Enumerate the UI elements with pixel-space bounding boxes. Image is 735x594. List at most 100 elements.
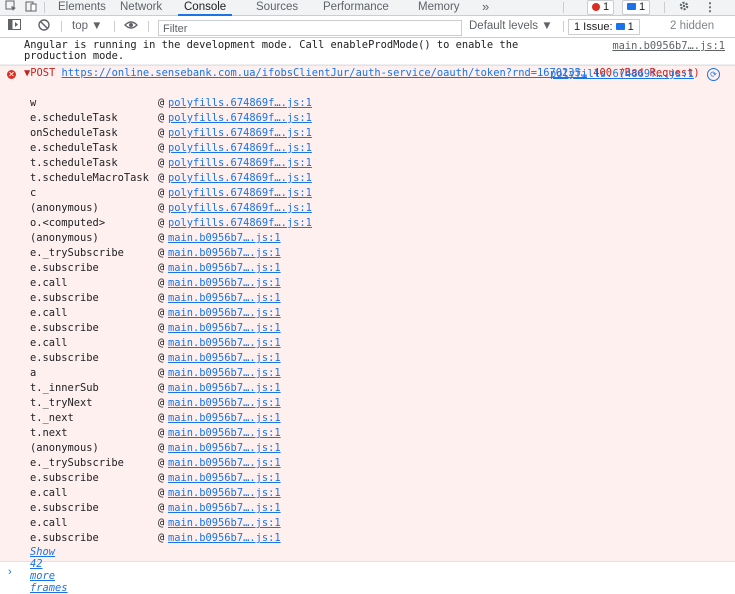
stack-frame-source-link[interactable]: main.b0956b7….js:1 bbox=[168, 456, 281, 471]
stack-frame-at: @ bbox=[158, 397, 165, 409]
issues-button[interactable]: 1 Issue: 1 bbox=[568, 19, 640, 35]
stack-frame-source-link[interactable]: polyfills.674869f….js:1 bbox=[168, 186, 312, 201]
message-count-badge[interactable]: 1 bbox=[622, 0, 651, 15]
stack-frame-source-link[interactable]: main.b0956b7….js:1 bbox=[168, 306, 281, 321]
stack-frame-at: @ bbox=[158, 112, 165, 124]
stack-frame-function: t.scheduleTask bbox=[30, 157, 118, 169]
stack-frame-source-link[interactable]: main.b0956b7….js:1 bbox=[168, 471, 281, 486]
filter-input[interactable] bbox=[159, 22, 453, 36]
stack-frame-at: @ bbox=[158, 142, 165, 154]
stack-frame-function: e.scheduleTask bbox=[30, 142, 118, 154]
stack-frame-at: @ bbox=[158, 412, 165, 424]
eye-icon[interactable] bbox=[124, 16, 138, 37]
devtools-tabbar: Elements Network Console Sources Perform… bbox=[0, 0, 735, 16]
stack-frame-at: @ bbox=[158, 442, 165, 454]
stack-frame-at: @ bbox=[158, 472, 165, 484]
stack-frame-function: e.subscribe bbox=[30, 472, 99, 484]
stack-frame-at: @ bbox=[158, 322, 165, 334]
stack-frame-function: onScheduleTask bbox=[30, 127, 118, 139]
stack-frame-function: (anonymous) bbox=[30, 232, 99, 244]
sidebar-toggle-icon[interactable] bbox=[8, 16, 21, 37]
tab-sources[interactable]: Sources bbox=[256, 0, 298, 15]
stack-frame-at: @ bbox=[158, 517, 165, 529]
stack-frame-at: @ bbox=[158, 247, 165, 259]
tab-performance[interactable]: Performance bbox=[323, 0, 389, 15]
stack-frame-at: @ bbox=[158, 307, 165, 319]
stack-frame-at: @ bbox=[158, 187, 165, 199]
message-icon bbox=[627, 3, 636, 10]
console-toolbar: top ▼ Default levels ▼ 1 Issue: 1 2 hidd… bbox=[0, 16, 735, 38]
device-toolbar-icon[interactable] bbox=[22, 0, 40, 15]
stack-frame-at: @ bbox=[158, 172, 165, 184]
console-prompt[interactable]: › bbox=[8, 566, 12, 578]
stack-frame-source-link[interactable]: main.b0956b7….js:1 bbox=[168, 411, 281, 426]
stack-frame-source-link[interactable]: main.b0956b7….js:1 bbox=[168, 231, 281, 246]
show-more-frames-link[interactable]: Show 42 more frames bbox=[30, 546, 68, 594]
stack-frame-function: t._next bbox=[30, 412, 74, 424]
info-message-source[interactable]: main.b0956b7….js:1 bbox=[612, 40, 725, 52]
stack-frame-source-link[interactable]: main.b0956b7….js:1 bbox=[168, 291, 281, 306]
stack-frame-at: @ bbox=[158, 457, 165, 469]
filter-field[interactable] bbox=[158, 20, 462, 36]
stack-frame-source-link[interactable]: main.b0956b7….js:1 bbox=[168, 381, 281, 396]
stack-frame-function: e.subscribe bbox=[30, 352, 99, 364]
stack-frame-source-link[interactable]: polyfills.674869f….js:1 bbox=[168, 156, 312, 171]
request-method[interactable]: ▼POST bbox=[24, 67, 55, 79]
tab-network[interactable]: Network bbox=[120, 0, 162, 15]
stack-frame-at: @ bbox=[158, 502, 165, 514]
stack-frame-function: e.scheduleTask bbox=[30, 112, 118, 124]
stack-frame-source-link[interactable]: main.b0956b7….js:1 bbox=[168, 336, 281, 351]
log-levels-dropdown[interactable]: Default levels ▼ bbox=[469, 16, 553, 37]
stack-frame-source-link[interactable]: polyfills.674869f….js:1 bbox=[168, 141, 312, 156]
stack-frame-function: (anonymous) bbox=[30, 202, 99, 214]
stack-frame-function: e.call bbox=[30, 517, 68, 529]
stack-frame-source-link[interactable]: polyfills.674869f….js:1 bbox=[168, 111, 312, 126]
stack-frame-source-link[interactable]: main.b0956b7….js:1 bbox=[168, 516, 281, 531]
stack-frame-source-link[interactable]: main.b0956b7….js:1 bbox=[168, 276, 281, 291]
stack-frame-source-link[interactable]: main.b0956b7….js:1 bbox=[168, 321, 281, 336]
stack-frame-at: @ bbox=[158, 232, 165, 244]
stack-frame-source-link[interactable]: main.b0956b7….js:1 bbox=[168, 396, 281, 411]
stack-frame-source-link[interactable]: main.b0956b7….js:1 bbox=[168, 246, 281, 261]
stack-frame-function: e.subscribe bbox=[30, 292, 99, 304]
stack-frame-source-link[interactable]: polyfills.674869f….js:1 bbox=[168, 96, 312, 111]
tab-console[interactable]: Console bbox=[177, 0, 233, 16]
error-count: 1 bbox=[603, 1, 610, 13]
stack-frame-function: e.call bbox=[30, 337, 68, 349]
stack-frame-source-link[interactable]: main.b0956b7….js:1 bbox=[168, 261, 281, 276]
stack-frame-function: t._innerSub bbox=[30, 382, 99, 394]
stack-frame-source-link[interactable]: main.b0956b7….js:1 bbox=[168, 426, 281, 441]
stack-frame-source-link[interactable]: polyfills.674869f….js:1 bbox=[168, 216, 312, 231]
tab-elements[interactable]: Elements bbox=[58, 0, 106, 15]
stack-frame-source-link[interactable]: main.b0956b7….js:1 bbox=[168, 351, 281, 366]
hidden-count: 2 hidden bbox=[670, 20, 715, 32]
stack-frame-at: @ bbox=[158, 427, 165, 439]
info-message-text: Angular is running in the development mo… bbox=[24, 39, 519, 62]
network-request-icon[interactable]: ⟳ bbox=[707, 68, 720, 81]
cursor-select-icon[interactable] bbox=[2, 0, 20, 15]
gear-icon[interactable] bbox=[675, 0, 693, 15]
stack-frame-source-link[interactable]: main.b0956b7….js:1 bbox=[168, 531, 281, 546]
stack-frame-function: t._tryNext bbox=[30, 397, 93, 409]
more-options-icon[interactable]: ⋮ bbox=[701, 0, 719, 15]
stack-frame-source-link[interactable]: main.b0956b7….js:1 bbox=[168, 441, 281, 456]
tab-memory[interactable]: Memory bbox=[418, 0, 460, 15]
stack-frame-at: @ bbox=[158, 487, 165, 499]
more-tabs-button[interactable]: » bbox=[482, 0, 489, 15]
stack-frame-function: e.subscribe bbox=[30, 532, 99, 544]
clear-console-icon[interactable] bbox=[38, 16, 50, 37]
request-url[interactable]: https://online.sensebank.com.ua/ifobsCli… bbox=[62, 67, 587, 79]
stack-frame-source-link[interactable]: main.b0956b7….js:1 bbox=[168, 366, 281, 381]
error-source[interactable]: polyfills.674869f….js:1 bbox=[550, 68, 694, 80]
stack-frame-at: @ bbox=[158, 262, 165, 274]
stack-frame-source-link[interactable]: polyfills.674869f….js:1 bbox=[168, 201, 312, 216]
stack-frame-source-link[interactable]: polyfills.674869f….js:1 bbox=[168, 171, 312, 186]
stack-frame-at: @ bbox=[158, 157, 165, 169]
stack-frame-at: @ bbox=[158, 367, 165, 379]
stack-frame-source-link[interactable]: main.b0956b7….js:1 bbox=[168, 486, 281, 501]
stack-frame-source-link[interactable]: main.b0956b7….js:1 bbox=[168, 501, 281, 516]
context-selector[interactable]: top ▼ bbox=[72, 16, 103, 37]
error-count-badge[interactable]: 1 bbox=[587, 0, 615, 15]
stack-frame-source-link[interactable]: polyfills.674869f….js:1 bbox=[168, 126, 312, 141]
stack-frame-at: @ bbox=[158, 217, 165, 229]
